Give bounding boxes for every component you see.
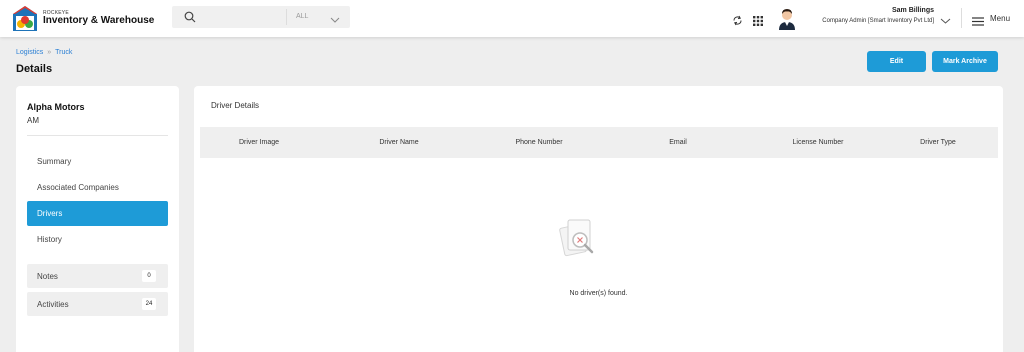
activities-count-badge: 24	[142, 298, 156, 310]
search-scope[interactable]: ALL	[296, 13, 308, 20]
column-header[interactable]: Driver Type	[920, 139, 956, 146]
menu-label[interactable]: Menu	[990, 14, 1010, 23]
search-icon	[184, 10, 196, 28]
company-abbr: AM	[27, 116, 39, 125]
notes-label: Notes	[37, 271, 58, 281]
sidebar-item-summary[interactable]: Summary	[27, 149, 168, 174]
column-header[interactable]: Driver Image	[239, 139, 279, 146]
chevron-down-icon[interactable]	[329, 12, 341, 30]
apps-grid-icon[interactable]	[753, 13, 763, 31]
section-title: Driver Details	[211, 101, 260, 110]
sidebar-divider	[27, 135, 168, 136]
top-bar: ROCKEYE Inventory & Warehouse ALL Sam Bi…	[0, 0, 1024, 37]
hamburger-icon[interactable]	[972, 13, 984, 31]
sidebar-item-associated-companies[interactable]: Associated Companies	[27, 175, 168, 200]
empty-state-icon	[554, 216, 604, 264]
logo-icon[interactable]	[12, 5, 38, 32]
column-header[interactable]: License Number	[793, 139, 844, 146]
column-header[interactable]: Driver Name	[379, 139, 418, 146]
entity-sidebar: Alpha Motors AM Summary Associated Compa…	[16, 86, 179, 352]
activities-label: Activities	[37, 299, 69, 309]
page-title: Details	[16, 63, 53, 75]
brand-name[interactable]: Inventory & Warehouse	[43, 15, 154, 26]
chevron-down-icon[interactable]	[940, 12, 951, 30]
refresh-icon[interactable]	[732, 13, 743, 31]
breadcrumb-truck[interactable]: Truck	[55, 49, 72, 56]
sidebar-item-history[interactable]: History	[27, 227, 168, 252]
user-name[interactable]: Sam Billings	[892, 7, 934, 14]
driver-details-panel: Driver Details Driver Image Driver Name …	[194, 86, 1003, 352]
sidebar-item-notes[interactable]: Notes 0	[27, 264, 168, 288]
column-header[interactable]: Email	[669, 139, 687, 146]
column-header[interactable]: Phone Number	[515, 139, 562, 146]
avatar[interactable]	[777, 6, 797, 30]
company-name: Alpha Motors	[27, 102, 85, 112]
breadcrumb-separator: »	[47, 49, 52, 56]
breadcrumb: Logistics » Truck	[16, 49, 72, 56]
table-header: Driver Image Driver Name Phone Number Em…	[200, 127, 998, 158]
sidebar-item-drivers[interactable]: Drivers	[27, 201, 168, 226]
breadcrumb-logistics[interactable]: Logistics	[16, 49, 43, 56]
menu-divider	[961, 8, 962, 28]
notes-count-badge: 0	[142, 270, 156, 282]
search-input[interactable]: ALL	[172, 6, 350, 28]
search-divider	[286, 9, 287, 25]
user-role: Company Admin [Smart Inventory Pvt Ltd]	[822, 18, 934, 24]
mark-archive-button[interactable]: Mark Archive	[932, 51, 998, 72]
empty-state-message: No driver(s) found.	[569, 290, 628, 297]
sidebar-item-activities[interactable]: Activities 24	[27, 292, 168, 316]
edit-button[interactable]: Edit	[867, 51, 926, 72]
